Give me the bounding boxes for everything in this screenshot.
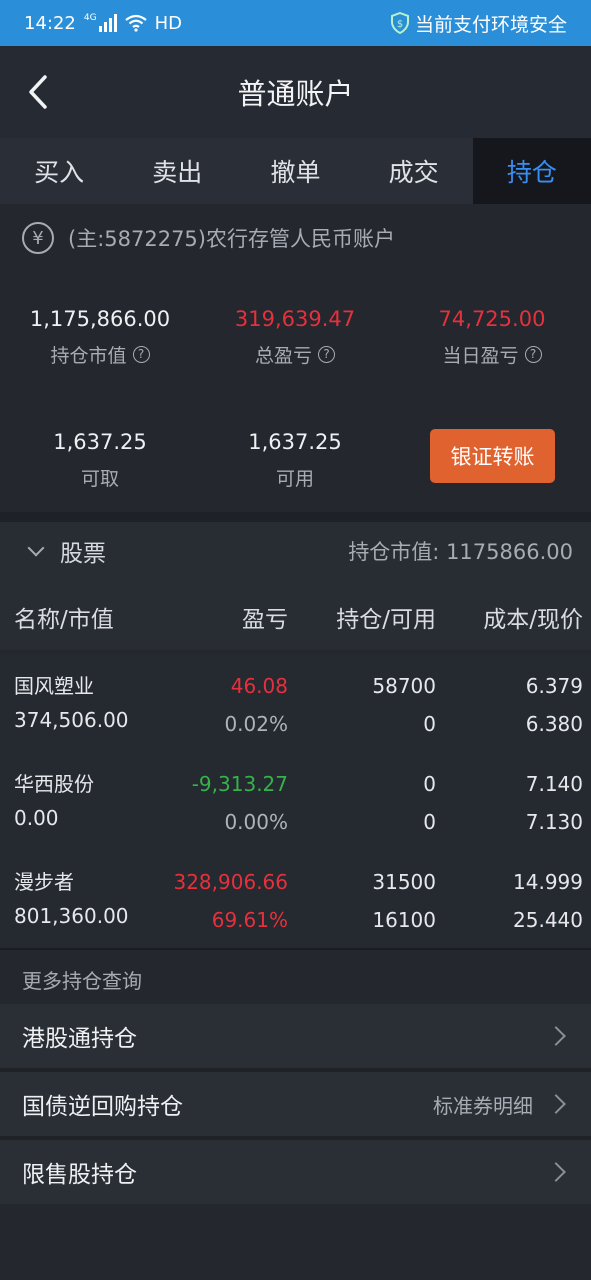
network-type: 4G xyxy=(83,13,97,23)
stock-price: 7.130 xyxy=(525,810,583,834)
stock-cost: 6.379 xyxy=(525,674,583,698)
daily-pnl-label-text: 当日盈亏 xyxy=(442,345,519,367)
stock-cost: 14.999 xyxy=(513,870,583,894)
tab-positions[interactable]: 持仓 xyxy=(472,138,591,204)
wifi-icon xyxy=(124,14,147,32)
stock-pnl-pct: 69.61% xyxy=(211,908,288,932)
link-right: 标准券明细 xyxy=(433,1090,569,1119)
stocks-title: 股票 xyxy=(60,541,106,567)
chevron-right-icon xyxy=(546,1162,566,1182)
total-pnl-amount: 319,639.47 xyxy=(234,307,356,331)
chevron-right-icon xyxy=(546,1026,566,1046)
market-value-amount: 1,175,866.00 xyxy=(29,307,171,331)
stock-cost: 7.140 xyxy=(525,772,583,796)
link-label: 国债逆回购持仓 xyxy=(22,1094,183,1120)
help-icon[interactable]: ? xyxy=(524,346,542,363)
stock-pnl: 46.08 xyxy=(230,674,288,698)
stock-pnl: -9,313.27 xyxy=(191,772,288,796)
yen-icon: ¥ xyxy=(22,222,54,254)
stat-withdrawable: 1,637.25 可取 xyxy=(0,430,200,491)
stock-pnl: 328,906.66 xyxy=(173,870,288,894)
signal-icon: 4G xyxy=(84,14,117,32)
daily-pnl-label: 当日盈亏 ? xyxy=(392,341,591,368)
stock-name: 漫步者 xyxy=(14,870,74,894)
stat-total-pnl: 319,639.47 总盈亏 ? xyxy=(195,307,395,368)
stock-available: 0 xyxy=(423,810,436,834)
withdrawable-label: 可取 xyxy=(80,468,119,490)
daily-pnl-amount: 74,725.00 xyxy=(438,307,546,331)
help-icon[interactable]: ? xyxy=(318,346,335,363)
reverse-repo-holdings-link[interactable]: 国债逆回购持仓 标准券明细 xyxy=(0,1072,591,1136)
link-label: 港股通持仓 xyxy=(22,1026,137,1052)
col-pnl[interactable]: 盈亏 xyxy=(242,600,288,634)
link-right xyxy=(546,1026,569,1046)
account-selector[interactable]: ¥ (主:5872275)农行存管人民币账户 xyxy=(22,220,395,256)
back-arrow-icon xyxy=(29,75,47,109)
stock-name: 华西股份 xyxy=(14,772,94,796)
back-button[interactable] xyxy=(16,70,60,114)
stock-available: 0 xyxy=(423,712,436,736)
holdings-column-header: 名称/市值 盈亏 持仓/可用 成本/现价 xyxy=(0,580,591,650)
divider xyxy=(0,512,591,522)
stat-market-value: 1,175,866.00 持仓市值 ? xyxy=(0,307,200,368)
status-left: 14:22 4G HD xyxy=(24,13,182,34)
stocks-market-value: 持仓市值: 1175866.00 xyxy=(348,540,573,564)
stock-position: 31500 xyxy=(372,870,436,894)
stock-position: 58700 xyxy=(372,674,436,698)
stock-market-value: 0.00 xyxy=(14,806,59,830)
status-bar: 14:22 4G HD $ 当前支付环境安全 xyxy=(0,0,591,46)
stock-pnl-pct: 0.00% xyxy=(224,810,288,834)
svg-text:$: $ xyxy=(397,19,403,30)
chevron-right-icon xyxy=(546,1094,566,1114)
table-row[interactable]: 华西股份 0.00 -9,313.27 0.00% 0 0 7.140 7.13… xyxy=(0,752,591,850)
col-name[interactable]: 名称/市值 xyxy=(14,600,114,634)
stock-market-value: 801,360.00 xyxy=(14,904,129,928)
total-pnl-label-text: 总盈亏 xyxy=(254,345,312,367)
stock-name: 国风塑业 xyxy=(14,674,94,698)
market-value-label-text: 持仓市值 xyxy=(50,345,127,367)
stock-price: 6.380 xyxy=(525,712,583,736)
table-row[interactable]: 漫步者 801,360.00 328,906.66 69.61% 31500 1… xyxy=(0,850,591,948)
col-position[interactable]: 持仓/可用 xyxy=(336,600,436,634)
stock-position: 0 xyxy=(423,772,436,796)
account-text: (主:5872275)农行存管人民币账户 xyxy=(68,227,395,251)
page-title: 普通账户 xyxy=(237,77,354,111)
trade-tabs: 买入 卖出 撤单 成交 持仓 xyxy=(0,138,591,204)
available-amount: 1,637.25 xyxy=(248,430,342,454)
hd-indicator: HD xyxy=(154,12,182,34)
chevron-down-icon xyxy=(27,539,45,557)
help-icon[interactable]: ? xyxy=(132,346,150,363)
standard-bond-detail[interactable]: 标准券明细 xyxy=(433,1090,533,1119)
stocks-section-header[interactable]: 股票 持仓市值: 1175866.00 xyxy=(0,522,591,580)
stocks-toggle[interactable]: 股票 xyxy=(27,534,106,568)
tab-deals[interactable]: 成交 xyxy=(355,138,473,204)
table-row[interactable]: 国风塑业 374,506.00 46.08 0.02% 58700 0 6.37… xyxy=(0,654,591,752)
payment-security: $ 当前支付环境安全 xyxy=(390,10,567,37)
restricted-shares-holdings-link[interactable]: 限售股持仓 xyxy=(0,1140,591,1204)
stock-market-value: 374,506.00 xyxy=(14,708,129,732)
market-value-label: 持仓市值 ? xyxy=(0,341,200,368)
hk-connect-holdings-link[interactable]: 港股通持仓 xyxy=(0,1004,591,1068)
total-pnl-label: 总盈亏 ? xyxy=(195,341,395,368)
tab-cancel-order[interactable]: 撤单 xyxy=(236,138,354,204)
shield-icon: $ xyxy=(390,12,409,34)
security-text: 当前支付环境安全 xyxy=(414,13,567,36)
tab-buy[interactable]: 买入 xyxy=(0,138,118,204)
stat-daily-pnl: 74,725.00 当日盈亏 ? xyxy=(392,307,591,368)
more-holdings-label: 更多持仓查询 xyxy=(22,969,142,993)
stock-available: 16100 xyxy=(372,908,436,932)
stock-pnl-pct: 0.02% xyxy=(224,712,288,736)
withdrawable-amount: 1,637.25 xyxy=(53,430,147,454)
nav-bar: 普通账户 xyxy=(0,46,591,138)
stock-price: 25.440 xyxy=(513,908,583,932)
status-time: 14:22 xyxy=(24,12,76,34)
link-label: 限售股持仓 xyxy=(22,1162,137,1188)
col-cost[interactable]: 成本/现价 xyxy=(483,600,583,634)
bank-securities-transfer-button[interactable]: 银证转账 xyxy=(430,429,555,483)
tab-sell[interactable]: 卖出 xyxy=(118,138,236,204)
stat-available: 1,637.25 可用 xyxy=(195,430,395,491)
divider xyxy=(0,948,591,950)
available-label: 可用 xyxy=(275,468,314,490)
link-right xyxy=(546,1162,569,1182)
